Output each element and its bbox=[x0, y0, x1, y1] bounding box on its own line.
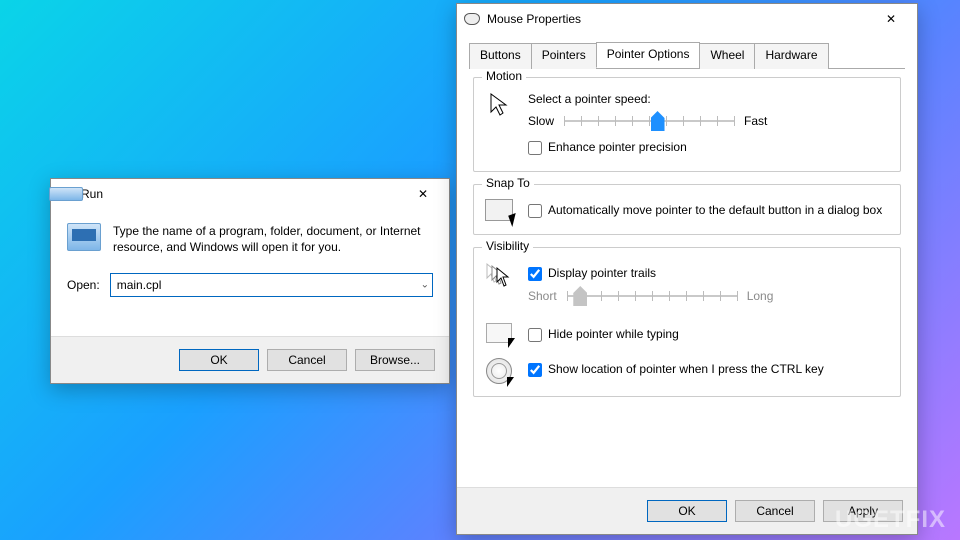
snap-to-icon bbox=[484, 199, 514, 221]
tab-pointer-options[interactable]: Pointer Options bbox=[596, 42, 701, 68]
motion-group: Motion Select a pointer speed: Slow Fast bbox=[473, 77, 901, 172]
run-dialog: Run Type the name of a program, folder, … bbox=[50, 178, 450, 384]
visibility-group: Visibility Display pointer trails bbox=[473, 247, 901, 397]
locate-pointer-icon bbox=[484, 358, 514, 384]
cancel-button[interactable]: Cancel bbox=[735, 500, 815, 522]
snap-legend: Snap To bbox=[482, 176, 534, 190]
close-icon[interactable] bbox=[403, 180, 443, 208]
long-label: Long bbox=[747, 289, 774, 303]
run-title-icon bbox=[57, 185, 75, 203]
enhance-precision-label: Enhance pointer precision bbox=[548, 140, 687, 154]
run-titlebar[interactable]: Run bbox=[51, 179, 449, 209]
open-label: Open: bbox=[67, 278, 100, 292]
cursor-arrow-icon bbox=[484, 92, 514, 118]
mouse-titlebar[interactable]: Mouse Properties bbox=[457, 4, 917, 34]
motion-legend: Motion bbox=[482, 69, 526, 83]
pointer-speed-slider[interactable] bbox=[564, 112, 734, 130]
snap-to-label: Automatically move pointer to the defaul… bbox=[548, 203, 882, 217]
ok-button[interactable]: OK bbox=[179, 349, 259, 371]
select-speed-label: Select a pointer speed: bbox=[528, 92, 890, 106]
enhance-precision-checkbox[interactable]: Enhance pointer precision bbox=[528, 140, 890, 155]
ok-button[interactable]: OK bbox=[647, 500, 727, 522]
tab-bar: Buttons Pointers Pointer Options Wheel H… bbox=[469, 42, 905, 69]
close-icon[interactable] bbox=[871, 5, 911, 33]
mouse-icon bbox=[463, 10, 481, 28]
trails-length-slider[interactable] bbox=[567, 287, 737, 305]
show-location-label: Show location of pointer when I press th… bbox=[548, 362, 824, 376]
tab-buttons[interactable]: Buttons bbox=[469, 43, 532, 69]
snap-to-checkbox[interactable]: Automatically move pointer to the defaul… bbox=[528, 203, 890, 218]
hide-pointer-label: Hide pointer while typing bbox=[548, 327, 679, 341]
apply-button[interactable]: Apply bbox=[823, 500, 903, 522]
cancel-button[interactable]: Cancel bbox=[267, 349, 347, 371]
run-title: Run bbox=[81, 187, 403, 201]
tab-pointers[interactable]: Pointers bbox=[531, 43, 597, 69]
show-location-checkbox[interactable]: Show location of pointer when I press th… bbox=[528, 362, 890, 377]
tab-hardware[interactable]: Hardware bbox=[754, 43, 828, 69]
fast-label: Fast bbox=[744, 114, 767, 128]
browse-button[interactable]: Browse... bbox=[355, 349, 435, 371]
chevron-down-icon[interactable]: ⌄ bbox=[421, 280, 429, 291]
snap-to-group: Snap To Automatically move pointer to th… bbox=[473, 184, 901, 235]
mouse-properties-dialog: Mouse Properties Buttons Pointers Pointe… bbox=[456, 3, 918, 535]
pointer-trails-icon bbox=[484, 262, 514, 288]
tab-wheel[interactable]: Wheel bbox=[699, 43, 755, 69]
short-label: Short bbox=[528, 289, 557, 303]
mouse-title: Mouse Properties bbox=[487, 12, 871, 26]
run-description: Type the name of a program, folder, docu… bbox=[113, 223, 433, 255]
open-input[interactable] bbox=[110, 273, 433, 297]
hide-pointer-checkbox[interactable]: Hide pointer while typing bbox=[528, 327, 890, 342]
run-app-icon bbox=[67, 223, 101, 251]
visibility-legend: Visibility bbox=[482, 239, 533, 253]
hide-pointer-icon bbox=[484, 323, 514, 343]
display-trails-checkbox[interactable]: Display pointer trails bbox=[528, 266, 890, 281]
display-trails-label: Display pointer trails bbox=[548, 266, 656, 280]
slow-label: Slow bbox=[528, 114, 554, 128]
